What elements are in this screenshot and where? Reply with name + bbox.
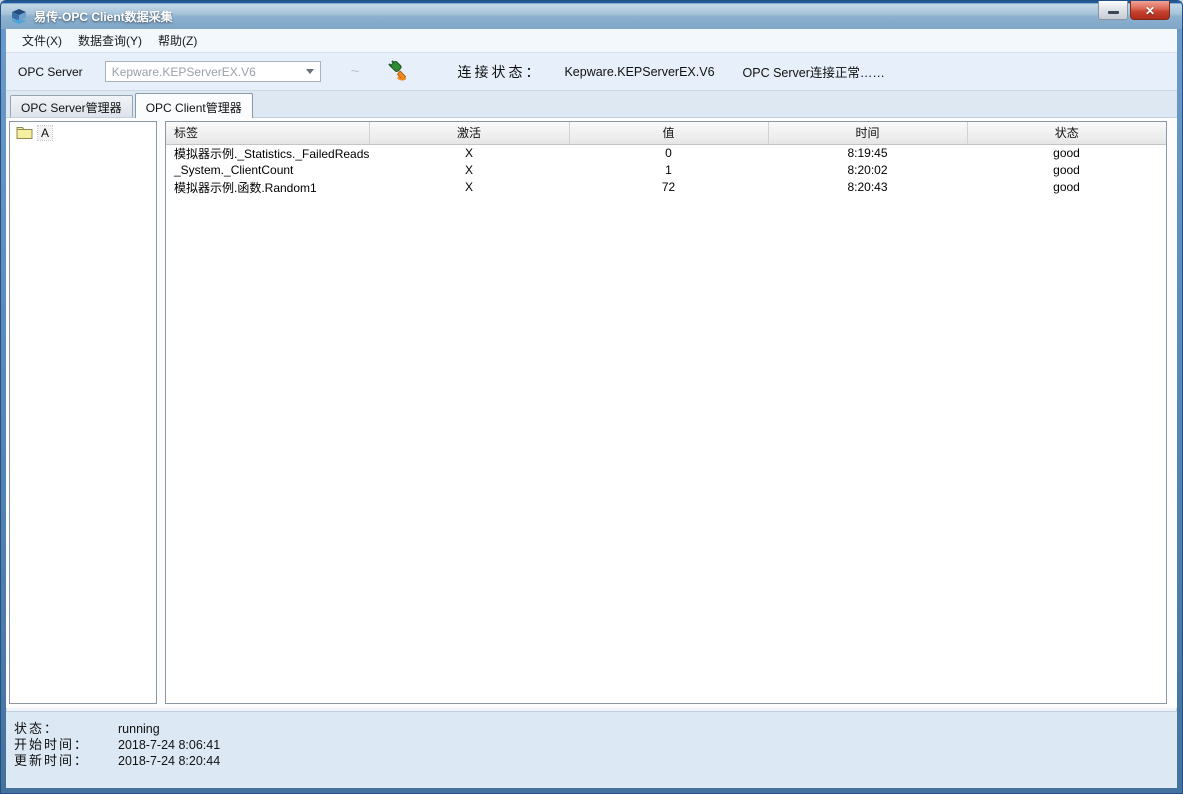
table-row[interactable]: 模拟器示例._Statistics._FailedReads X 0 8:19:… (166, 144, 1166, 162)
tab-strip: OPC Server管理器 OPC Client管理器 (6, 91, 1177, 118)
cell-status: good (967, 179, 1166, 196)
cell-time: 8:20:43 (768, 179, 967, 196)
close-button[interactable]: ✕ (1130, 1, 1170, 20)
table-header-row: 标签 激活 值 时间 状态 (166, 122, 1166, 144)
cell-value: 0 (569, 144, 768, 162)
minimize-icon (1108, 11, 1119, 14)
group-tree-panel: A (9, 121, 157, 704)
menu-help[interactable]: 帮助(Z) (150, 29, 205, 52)
window-title: 易传-OPC Client数据采集 (34, 8, 173, 25)
start-time-value: 2018-7-24 8:06:41 (118, 738, 220, 752)
column-header-active[interactable]: 激活 (369, 122, 569, 144)
column-header-tag[interactable]: 标签 (166, 122, 369, 144)
close-icon: ✕ (1145, 5, 1155, 17)
opc-server-combobox[interactable]: Kepware.KEPServerEX.V6 (105, 61, 321, 82)
cell-active: X (369, 162, 569, 179)
window-controls: ✕ (1098, 1, 1170, 20)
menu-data-query[interactable]: 数据查询(Y) (70, 29, 150, 52)
update-time-label: 更新时间： (14, 750, 118, 769)
opc-server-combobox-value: Kepware.KEPServerEX.V6 (106, 65, 300, 79)
tab-opc-server-manager[interactable]: OPC Server管理器 (10, 95, 133, 117)
connected-server-name: Kepware.KEPServerEX.V6 (564, 65, 714, 79)
status-panel: 状态： running 开始时间： 2018-7-24 8:06:41 更新时间… (6, 711, 1177, 788)
cell-status: good (967, 162, 1166, 179)
connection-status-message: OPC Server连接正常…… (743, 62, 885, 81)
tag-table-panel: 标签 激活 值 时间 状态 模拟器示例._Statistics._FailedR… (165, 121, 1167, 704)
connect-button[interactable] (387, 59, 411, 85)
column-header-time[interactable]: 时间 (768, 122, 967, 144)
tilde-icon: ~ (351, 63, 360, 80)
tab-opc-client-manager[interactable]: OPC Client管理器 (135, 93, 253, 118)
tree-item-group-a[interactable]: A (10, 122, 156, 142)
table-row[interactable]: _System._ClientCount X 1 8:20:02 good (166, 162, 1166, 179)
cell-tag: _System._ClientCount (166, 162, 369, 179)
folder-icon (16, 126, 33, 140)
combobox-dropdown-button[interactable] (300, 62, 320, 81)
connection-status-label: 连接状态： (457, 62, 542, 82)
cell-value: 72 (569, 179, 768, 196)
update-time-value: 2018-7-24 8:20:44 (118, 754, 220, 768)
title-bar: 易传-OPC Client数据采集 ✕ (1, 1, 1182, 29)
app-window: 易传-OPC Client数据采集 ✕ 文件(X) 数据查询(Y) 帮助(Z) … (0, 0, 1183, 794)
column-header-status[interactable]: 状态 (967, 122, 1166, 144)
opc-server-label: OPC Server (18, 65, 83, 79)
cell-tag: 模拟器示例.函数.Random1 (166, 179, 369, 196)
column-header-value[interactable]: 值 (569, 122, 768, 144)
table-row[interactable]: 模拟器示例.函数.Random1 X 72 8:20:43 good (166, 179, 1166, 196)
status-state-value: running (118, 722, 160, 736)
status-row-update-time: 更新时间： 2018-7-24 8:20:44 (14, 750, 1177, 766)
plug-icon (388, 60, 410, 84)
toolbar: OPC Server Kepware.KEPServerEX.V6 ~ 连接状态… (6, 53, 1177, 91)
cell-time: 8:19:45 (768, 144, 967, 162)
status-row-state: 状态： running (14, 718, 1177, 734)
tag-table: 标签 激活 值 时间 状态 模拟器示例._Statistics._FailedR… (166, 122, 1166, 196)
cell-tag: 模拟器示例._Statistics._FailedReads (166, 144, 369, 162)
cell-time: 8:20:02 (768, 162, 967, 179)
main-content: A 标签 激活 值 时间 状态 (6, 118, 1177, 708)
client-area: 文件(X) 数据查询(Y) 帮助(Z) OPC Server Kepware.K… (6, 29, 1177, 788)
menu-file[interactable]: 文件(X) (14, 29, 70, 52)
cell-value: 1 (569, 162, 768, 179)
minimize-button[interactable] (1098, 1, 1128, 20)
menu-bar: 文件(X) 数据查询(Y) 帮助(Z) (6, 29, 1177, 53)
chevron-down-icon (306, 69, 314, 74)
cell-active: X (369, 144, 569, 162)
status-row-start-time: 开始时间： 2018-7-24 8:06:41 (14, 734, 1177, 750)
cell-status: good (967, 144, 1166, 162)
tree-item-label: A (38, 126, 52, 140)
cell-active: X (369, 179, 569, 196)
app-icon (10, 8, 28, 24)
